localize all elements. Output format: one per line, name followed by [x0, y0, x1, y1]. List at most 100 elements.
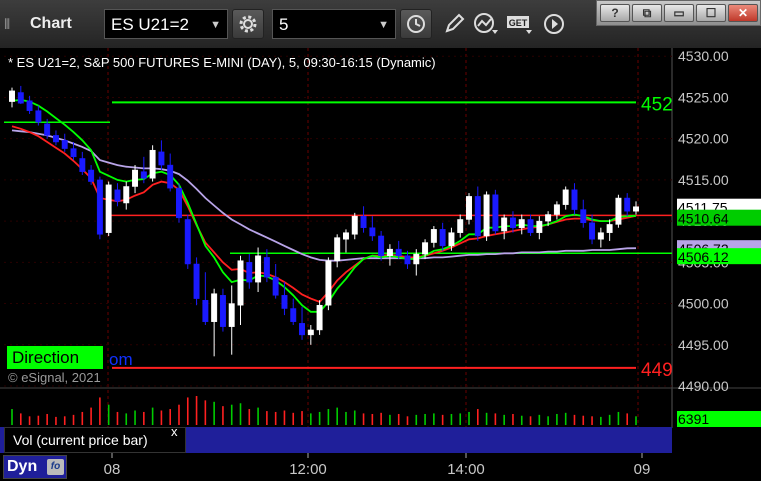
symbol-value: ES U21=2: [111, 15, 189, 34]
volume-bar: [617, 411, 620, 425]
draw-pencil-button[interactable]: [440, 11, 468, 37]
volume-bar: [503, 414, 505, 425]
candle-body: [580, 209, 587, 224]
volume-bar: [389, 414, 391, 425]
window-controls: ? ⧉ ▭ ☐ ✕: [596, 0, 761, 26]
maximize-button[interactable]: ☐: [696, 4, 726, 22]
volume-close-icon[interactable]: x: [171, 425, 178, 439]
candle-body: [571, 189, 578, 210]
candle-body: [96, 179, 103, 235]
chevron-down-icon[interactable]: ▼: [378, 10, 389, 40]
candle-body: [237, 260, 244, 306]
candle-body: [299, 323, 306, 336]
candle-body: [466, 196, 472, 220]
candle-body: [17, 92, 24, 104]
studies-button[interactable]: [472, 11, 500, 37]
candle-body: [246, 262, 253, 283]
candle-body: [509, 217, 516, 228]
candle-body: [272, 276, 279, 296]
volume-bar: [11, 409, 13, 425]
candle-body: [211, 293, 218, 322]
volume-bar: [230, 404, 233, 425]
get-icon: GET: [507, 16, 532, 34]
volume-bar: [107, 404, 110, 425]
volume-study-label[interactable]: Vol (current price bar): [4, 427, 186, 453]
volume-bar: [547, 416, 549, 425]
volume-bar: [573, 414, 576, 425]
volume-bar: [222, 406, 224, 425]
dynamic-label: Dyn: [7, 458, 38, 475]
chevron-down-icon[interactable]: ▼: [210, 10, 221, 40]
candle-body: [369, 227, 376, 237]
drag-grip-icon[interactable]: ⦀: [4, 14, 26, 34]
candle-body: [88, 169, 95, 182]
volume-bar: [336, 407, 338, 425]
play-button[interactable]: [540, 11, 568, 37]
candle-body: [114, 189, 121, 202]
candle-body: [492, 194, 499, 232]
candle-body: [281, 295, 288, 309]
candle-body: [342, 232, 349, 240]
direction-text-tail: om: [109, 350, 133, 369]
volume-bar: [582, 415, 585, 425]
volume-bar: [371, 413, 374, 425]
candle-body: [430, 229, 437, 243]
close-button[interactable]: ✕: [728, 4, 758, 22]
volume-bar: [564, 412, 567, 425]
candle-body: [26, 100, 33, 111]
price-tick-label: 4500.00: [678, 296, 729, 312]
volume-bar: [116, 411, 119, 425]
help-button[interactable]: ?: [600, 4, 630, 22]
volume-bar: [257, 407, 259, 425]
volume-bar: [213, 401, 215, 425]
study-chart-icon: [474, 13, 498, 34]
symbol-combobox[interactable]: ES U21=2 ▼: [104, 9, 228, 39]
candle-body: [316, 304, 323, 331]
candle-body: [422, 242, 429, 255]
candle-body: [624, 197, 631, 212]
volume-bar: [90, 407, 92, 425]
formula-icon[interactable]: fo: [47, 459, 64, 475]
dynamic-button[interactable]: Dyn fo: [3, 455, 67, 479]
volume-bar: [239, 403, 242, 425]
price-tick-label: 4490.00: [678, 378, 729, 394]
gear-icon: [239, 15, 257, 33]
volume-bar: [186, 397, 189, 425]
interval-settings-button[interactable]: [400, 9, 432, 39]
restore-button[interactable]: ⧉: [632, 4, 662, 22]
volume-bar: [380, 412, 382, 425]
volume-bar: [55, 416, 57, 425]
upper-level-label: 452: [641, 94, 673, 115]
volume-bar: [433, 413, 435, 425]
volume-bar: [301, 411, 303, 425]
volume-bar: [283, 410, 286, 425]
candle-body: [140, 171, 147, 179]
volume-value-label: 6391: [678, 411, 709, 427]
volume-bar: [591, 416, 593, 425]
svg-text:GET: GET: [509, 18, 528, 28]
candle-body: [263, 257, 270, 278]
candle-body: [413, 253, 420, 265]
candle-body: [545, 214, 552, 222]
minimize-button[interactable]: ▭: [664, 4, 694, 22]
candle-body: [404, 255, 411, 265]
candle-body: [334, 237, 341, 261]
price-chart[interactable]: 4530.004525.004520.004515.004510.004505.…: [0, 48, 761, 481]
price-tick-label: 4530.00: [678, 48, 729, 64]
volume-bar: [529, 416, 532, 425]
clock-icon: [407, 15, 425, 33]
chart-title: Chart: [30, 15, 72, 32]
volume-bar: [134, 410, 136, 425]
get-data-button[interactable]: GET: [506, 11, 534, 37]
price-tag-label: 4510.64: [678, 211, 729, 227]
symbol-settings-button[interactable]: [232, 9, 264, 39]
volume-bar: [406, 416, 409, 425]
interval-combobox[interactable]: 5 ▼: [272, 9, 396, 39]
price-tick-label: 4495.00: [678, 337, 729, 353]
volume-bar: [626, 413, 629, 425]
candle-body: [518, 219, 525, 228]
candle-body: [439, 229, 446, 247]
time-tick-label: 12:00: [289, 461, 327, 478]
candle-body: [597, 232, 604, 240]
volume-bar: [81, 411, 84, 425]
